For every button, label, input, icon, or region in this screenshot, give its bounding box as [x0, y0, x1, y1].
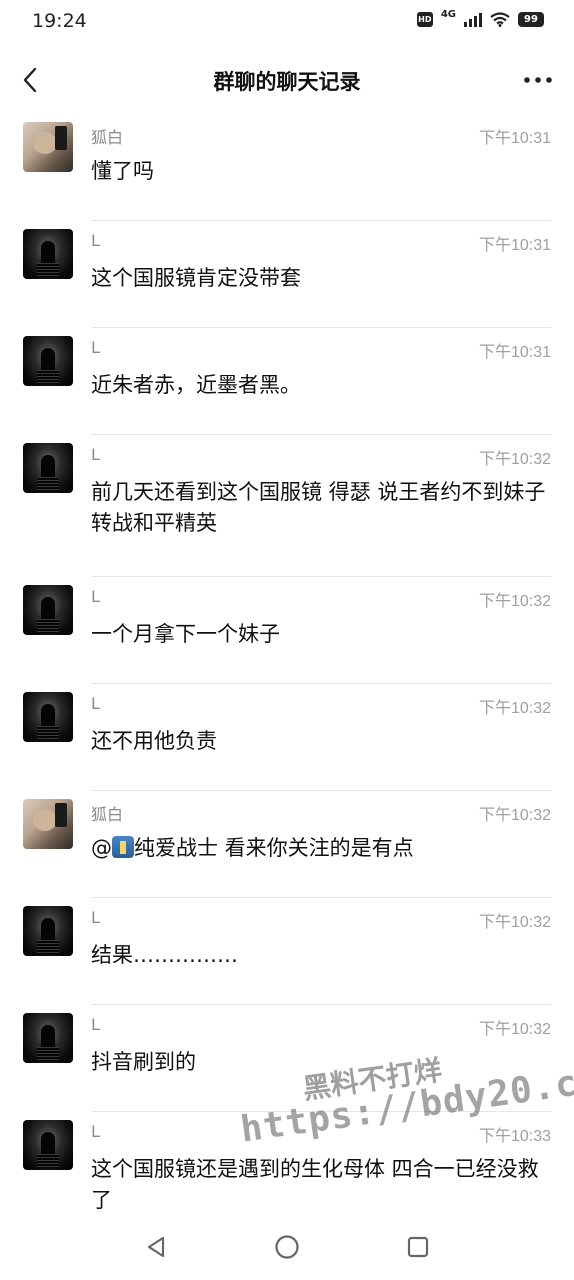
avatar[interactable] — [23, 229, 73, 279]
message-text: 一个月拿下一个妹子 — [91, 622, 280, 646]
sender-name: 狐白 — [91, 128, 124, 147]
hd-icon: HD — [416, 12, 433, 27]
sender-name: L — [91, 445, 100, 464]
page-title: 群聊的聊天记录 — [213, 70, 361, 94]
message-time: 下午10:31 — [478, 237, 551, 254]
message-item[interactable]: L 下午10:31 近朱者赤，近墨者黑。 — [0, 328, 574, 435]
wifi-icon — [490, 12, 510, 27]
circle-home-icon — [275, 1235, 299, 1259]
back-key[interactable] — [136, 1227, 176, 1267]
network-type: 4G — [440, 9, 456, 20]
message-text: 这个国服镜还是遇到的生化母体 四合一已经没救了 — [91, 1157, 539, 1212]
avatar[interactable] — [23, 799, 73, 849]
message-text: 前几天还看到这个国服镜 得瑟 说王者约不到妹子 转战和平精英 — [91, 480, 546, 535]
message-text: 懂了吗 — [91, 159, 154, 183]
message-item[interactable]: L 下午10:31 这个国服镜肯定没带套 — [0, 221, 574, 328]
message-item[interactable]: L 下午10:32 抖音刷到的 — [0, 1005, 574, 1112]
avatar[interactable] — [23, 122, 73, 172]
message-item[interactable]: 狐白 下午10:31 懂了吗 — [0, 114, 574, 221]
sender-name: L — [91, 1122, 100, 1141]
message-text: 这个国服镜肯定没带套 — [91, 266, 301, 290]
message-time: 下午10:33 — [478, 1128, 551, 1145]
message-list[interactable]: 狐白 下午10:31 懂了吗 L 下午10:31 这个国服镜肯定没带套 L 下午… — [0, 114, 574, 1214]
avatar[interactable] — [23, 443, 73, 493]
message-item[interactable]: L 下午10:32 前几天还看到这个国服镜 得瑟 说王者约不到妹子 转战和平精英 — [0, 435, 574, 577]
avatar[interactable] — [23, 692, 73, 742]
status-bar: 19:24 HD 4G 99 — [0, 0, 574, 44]
avatar[interactable] — [23, 1120, 73, 1170]
sender-name: L — [91, 694, 100, 713]
mention-text: 纯爱战士 看来你关注的是有点 — [134, 836, 414, 860]
home-key[interactable] — [267, 1227, 307, 1267]
sender-name: L — [91, 231, 100, 250]
message-time: 下午10:31 — [478, 344, 551, 361]
avatar[interactable] — [23, 906, 73, 956]
message-text: 近朱者赤，近墨者黑。 — [91, 373, 301, 397]
avatar[interactable] — [23, 1013, 73, 1063]
more-dots-icon — [524, 77, 552, 83]
message-time: 下午10:32 — [478, 1021, 551, 1038]
more-button[interactable] — [520, 64, 556, 96]
message-text: 还不用他负责 — [91, 729, 217, 753]
avatar[interactable] — [23, 585, 73, 635]
avatar[interactable] — [23, 336, 73, 386]
status-time: 19:24 — [32, 10, 87, 32]
message-time: 下午10:32 — [478, 593, 551, 610]
header-bar: 群聊的聊天记录 — [0, 50, 574, 110]
message-item[interactable]: L 下午10:32 结果…………… — [0, 898, 574, 1005]
mention-at: @ — [91, 836, 112, 860]
message-time: 下午10:31 — [478, 130, 551, 147]
system-navigation-bar — [0, 1214, 574, 1280]
message-item[interactable]: L 下午10:32 一个月拿下一个妹子 — [0, 577, 574, 684]
sender-name: 狐白 — [91, 805, 124, 824]
message-text: @ 纯爱战士 看来你关注的是有点 — [91, 833, 553, 864]
recents-key[interactable] — [398, 1227, 438, 1267]
message-text: 抖音刷到的 — [91, 1050, 196, 1074]
triangle-back-icon — [147, 1236, 164, 1258]
sender-name: L — [91, 1015, 100, 1034]
status-icons: HD 4G 99 — [416, 9, 544, 27]
emoji-icon — [112, 836, 134, 858]
sender-name: L — [91, 587, 100, 606]
sender-name: L — [91, 338, 100, 357]
message-time: 下午10:32 — [478, 914, 551, 931]
message-text: 结果…………… — [91, 943, 238, 967]
square-recents-icon — [408, 1236, 429, 1258]
message-time: 下午10:32 — [478, 807, 551, 824]
message-time: 下午10:32 — [478, 700, 551, 717]
signal-icon — [464, 12, 482, 27]
message-time: 下午10:32 — [478, 451, 551, 468]
sender-name: L — [91, 908, 100, 927]
message-item[interactable]: L 下午10:32 还不用他负责 — [0, 684, 574, 791]
battery-icon: 99 — [518, 12, 544, 27]
message-item[interactable]: L 下午10:33 这个国服镜还是遇到的生化母体 四合一已经没救了 — [0, 1112, 574, 1214]
message-item[interactable]: 狐白 下午10:32 @ 纯爱战士 看来你关注的是有点 — [0, 791, 574, 898]
